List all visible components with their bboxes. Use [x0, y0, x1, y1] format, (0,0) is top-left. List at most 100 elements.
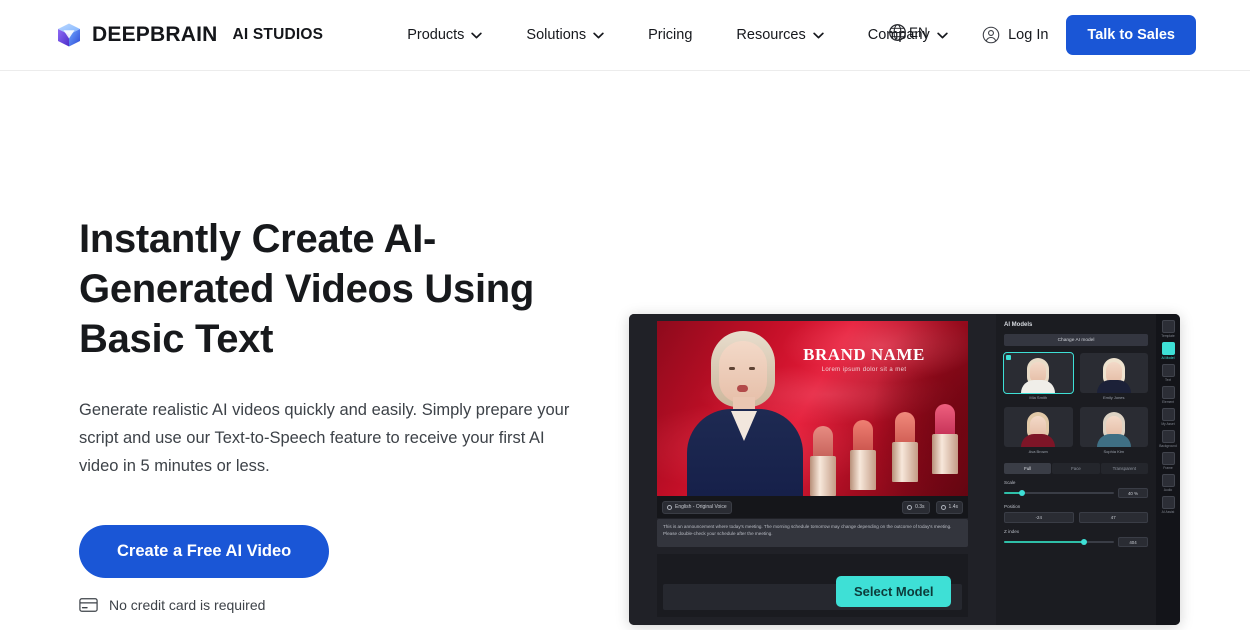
model-card-4[interactable]: Sophia Kim — [1079, 407, 1148, 454]
main-nav: Products Solutions Pricing Resources Com… — [385, 19, 970, 51]
model-card-1[interactable]: Mia Smith — [1003, 352, 1074, 400]
clock-icon — [907, 504, 913, 510]
nav-item-resources[interactable]: Resources — [714, 19, 845, 51]
scale-value[interactable]: 40 % — [1118, 488, 1148, 498]
talk-to-sales-button[interactable]: Talk to Sales — [1066, 15, 1196, 55]
clock-icon — [940, 504, 946, 510]
position-y-field[interactable]: 47 — [1078, 512, 1148, 523]
audio-icon — [1161, 474, 1175, 487]
site-header: DEEPBRAIN AI STUDIOS Products Solutions … — [0, 0, 1250, 71]
rail-item-text[interactable]: Text — [1157, 364, 1179, 382]
credit-card-icon — [79, 598, 98, 612]
ai-model-icon — [1161, 342, 1175, 355]
rail-item-template[interactable]: Template — [1157, 320, 1179, 338]
nav-item-solutions[interactable]: Solutions — [504, 19, 626, 51]
rail-item-frame[interactable]: Frame — [1157, 452, 1179, 470]
template-icon — [1161, 320, 1175, 333]
header-actions: Log In Talk to Sales — [982, 15, 1196, 55]
position-control: -24 47 — [1004, 512, 1148, 523]
create-free-ai-video-button[interactable]: Create a Free AI Video — [79, 525, 330, 578]
nav-label-resources: Resources — [736, 27, 806, 43]
rail-item-ai-model[interactable]: AI Model — [1157, 342, 1179, 360]
nav-label-solutions: Solutions — [526, 27, 587, 43]
change-ai-model-button[interactable]: Change AI model — [1004, 334, 1148, 346]
hero-copy: Instantly Create AI-Generated Videos Usi… — [0, 71, 600, 630]
login-button[interactable]: Log In — [982, 26, 1048, 44]
voice-icon — [667, 504, 672, 510]
brand-subtitle: AI STUDIOS — [232, 26, 324, 43]
lipstick-group — [804, 404, 964, 496]
duration-pill-1[interactable]: 0.3s — [902, 500, 930, 514]
zindex-control[interactable]: 404 — [1004, 537, 1148, 547]
duration-pill-2[interactable]: 1.4s — [935, 500, 963, 514]
scale-control[interactable]: 40 % — [1004, 488, 1148, 498]
zindex-value[interactable]: 404 — [1118, 537, 1148, 547]
zindex-slider[interactable] — [1004, 538, 1114, 545]
ai-avatar-presenter — [681, 321, 811, 496]
duration-label-1: 0.3s — [915, 504, 925, 510]
hero-subtitle: Generate realistic AI videos quickly and… — [79, 401, 570, 475]
zindex-label: Z index — [1004, 529, 1020, 534]
brand-name: DEEPBRAIN — [92, 23, 218, 46]
selected-check-icon — [1006, 355, 1011, 360]
frame-icon — [1161, 452, 1175, 465]
language-label: EN — [909, 25, 928, 40]
scale-label: Scale — [1004, 480, 1016, 485]
model-view-tabs: Full Face Transparent — [1004, 463, 1148, 474]
my-asset-icon — [1161, 408, 1175, 421]
scale-slider[interactable] — [1004, 489, 1114, 496]
duration-label-2: 1.4s — [948, 504, 958, 510]
language-selector[interactable]: EN — [888, 23, 928, 42]
rail-item-ai-assist[interactable]: AI Assist — [1157, 496, 1179, 514]
chevron-down-icon — [471, 32, 483, 38]
hero-section: Instantly Create AI-Generated Videos Usi… — [0, 71, 1250, 630]
video-editor-preview: BRAND NAME Lorem ipsum dolor sit a met E… — [629, 314, 1180, 625]
rail-item-audio[interactable]: Audio — [1157, 474, 1179, 492]
rail-label-ai-assist: AI Assist — [1161, 510, 1175, 514]
text-icon — [1161, 364, 1175, 377]
chevron-down-icon — [813, 32, 824, 38]
nav-label-products: Products — [407, 27, 465, 43]
brand-logo[interactable]: DEEPBRAIN AI STUDIOS — [56, 22, 323, 48]
no-credit-card-label: No credit card is required — [109, 597, 266, 613]
editor-canvas-area: BRAND NAME Lorem ipsum dolor sit a met E… — [629, 314, 996, 625]
rail-label-ai-model: AI Model — [1161, 356, 1175, 360]
rail-item-element[interactable]: Element — [1157, 386, 1179, 404]
model-card-3[interactable]: Ava Brown — [1004, 407, 1073, 454]
rail-label-my-asset: My Asset — [1161, 422, 1175, 426]
model-card-2[interactable]: Emily Jones — [1079, 353, 1148, 400]
tab-face[interactable]: Face — [1052, 463, 1100, 474]
chevron-down-icon — [593, 32, 604, 38]
rail-label-template: Template — [1161, 334, 1175, 338]
tab-full[interactable]: Full — [1004, 463, 1052, 474]
nav-item-pricing[interactable]: Pricing — [626, 19, 714, 51]
page-title: Instantly Create AI-Generated Videos Usi… — [79, 217, 535, 361]
user-circle-icon — [982, 26, 1000, 44]
voice-selector-pill[interactable]: English - Original Voice — [662, 500, 732, 514]
model-label-3: Ava Brown — [1028, 449, 1048, 454]
model-label-1: Mia Smith — [1029, 395, 1048, 400]
rail-item-my-asset[interactable]: My Asset — [1157, 408, 1179, 426]
rail-label-text: Text — [1164, 378, 1172, 382]
script-textarea[interactable]: This is an announcement where today's me… — [657, 519, 968, 547]
model-label-2: Emily Jones — [1102, 395, 1125, 400]
video-stage[interactable]: BRAND NAME Lorem ipsum dolor sit a met — [657, 321, 968, 496]
tab-transparent[interactable]: Transparent — [1100, 463, 1148, 474]
voice-label: English - Original Voice — [675, 504, 727, 510]
login-label: Log In — [1008, 27, 1049, 43]
model-label-4: Sophia Kim — [1103, 449, 1124, 454]
position-label: Position — [1004, 504, 1021, 509]
chevron-down-icon — [937, 32, 948, 38]
rail-item-background[interactable]: Background — [1157, 430, 1179, 448]
ai-assist-icon — [1161, 496, 1175, 509]
nav-label-pricing: Pricing — [648, 27, 693, 43]
panel-title: AI Models — [1004, 322, 1033, 328]
rail-label-frame: Frame — [1163, 466, 1173, 470]
ai-models-panel: AI Models Change AI model Mia Smith Emil… — [996, 314, 1156, 625]
element-icon — [1161, 386, 1175, 399]
nav-item-products[interactable]: Products — [385, 19, 504, 51]
position-x-field[interactable]: -24 — [1004, 512, 1074, 523]
editor-tool-rail: Template AI Model Text Element My Asset … — [1156, 314, 1180, 625]
select-model-button[interactable]: Select Model — [836, 576, 952, 607]
editor-toolbar: English - Original Voice 0.3s 1.4s — [657, 496, 968, 518]
